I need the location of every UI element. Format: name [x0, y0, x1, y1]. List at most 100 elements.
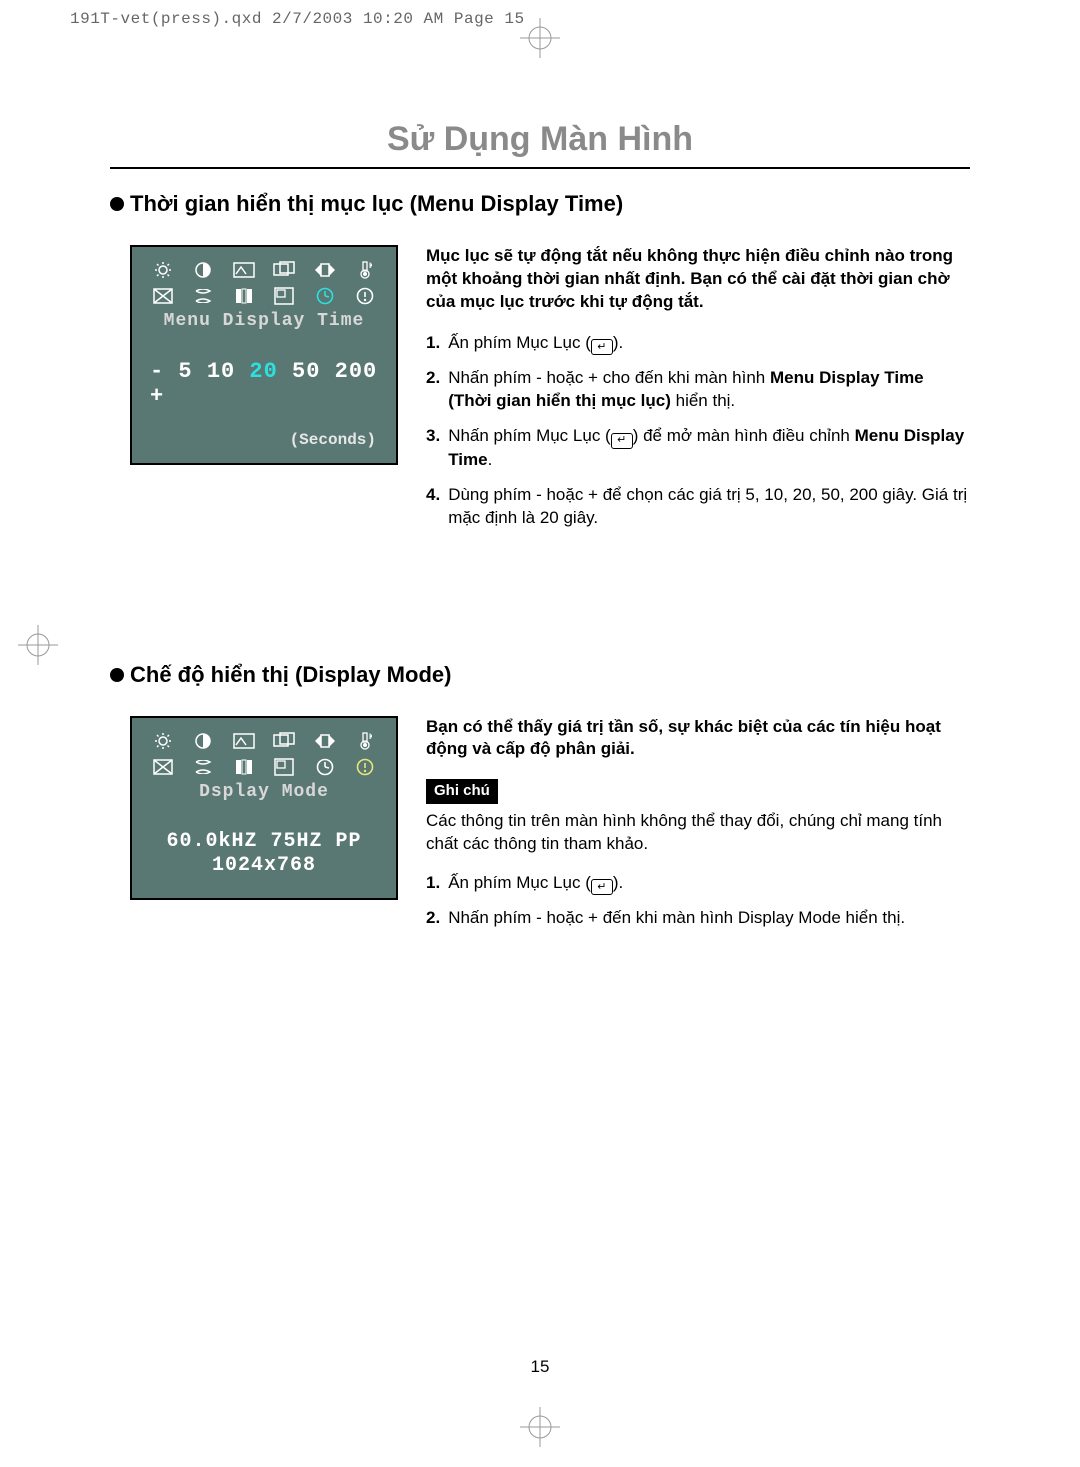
step-num: 4.	[426, 484, 440, 530]
t: Ấn phím Mục Lục (	[448, 873, 591, 892]
page-content: Sử Dụng Màn Hình Thời gian hiển thị mục …	[60, 60, 1020, 1407]
osd2-line1: 60.0kHZ 75HZ PP	[142, 830, 386, 854]
t: ).	[613, 333, 623, 352]
enter-icon: ↵	[611, 433, 633, 449]
color-control-icon	[148, 756, 178, 778]
crop-mark-bottom	[520, 1407, 560, 1447]
section2-title-text: Chế độ hiển thị (Display Mode)	[130, 662, 451, 688]
osd-icon-row-2	[142, 754, 386, 780]
step: 2. Nhấn phím - hoặc + đến khi màn hình D…	[426, 907, 970, 930]
t: Nhấn phím - hoặc + cho đến khi màn hình	[448, 368, 770, 387]
enter-icon: ↵	[591, 879, 613, 895]
crop-mark-top	[520, 18, 560, 58]
brightness-icon	[148, 730, 178, 752]
section1-title: Thời gian hiển thị mục lục (Menu Display…	[110, 191, 970, 217]
color-control-icon	[148, 285, 178, 307]
display-mode-icon	[350, 756, 380, 778]
osd1-v2-selected: 20	[249, 359, 277, 384]
osd2-label: Dsplay Mode	[142, 782, 386, 802]
crop-mark-left	[18, 625, 58, 665]
t: Ấn phím Mục Lục (	[448, 333, 591, 352]
section2-body: K Dsplay Mode 60.0kHZ 75HZ PP 1024x768	[110, 716, 970, 942]
halftone-icon	[229, 756, 259, 778]
reset-icon	[310, 259, 340, 281]
osd1-v1: 10	[207, 359, 235, 384]
menu-position-icon	[269, 285, 299, 307]
osd-icon-row-1: K	[142, 257, 386, 283]
t: ).	[613, 873, 623, 892]
osd-menu-display-time: K Menu Display Time - 5 10 20 50 200 + (…	[130, 245, 398, 465]
reset-icon	[310, 730, 340, 752]
section2-intro: Bạn có thể thấy giá trị tần số, sự khác …	[426, 716, 970, 762]
note-text: Các thông tin trên màn hình không thể th…	[426, 810, 970, 856]
position-icon	[269, 259, 299, 281]
osd1-unit: (Seconds)	[142, 431, 386, 449]
step: 2. Nhấn phím - hoặc + cho đến khi màn hì…	[426, 367, 970, 413]
brightness-icon	[148, 259, 178, 281]
step-text: Ấn phím Mục Lục (↵).	[448, 332, 970, 356]
osd1-label: Menu Display Time	[142, 311, 386, 331]
osd1-v0: 5	[178, 359, 192, 384]
step-num: 1.	[426, 872, 440, 896]
svg-text:K: K	[369, 733, 372, 742]
osd2-values: 60.0kHZ 75HZ PP 1024x768	[142, 830, 386, 878]
step-text: Nhấn phím Mục Lục (↵) để mở màn hình điề…	[448, 425, 970, 471]
osd-icon-row-2	[142, 283, 386, 309]
step-text: Nhấn phím - hoặc + cho đến khi màn hình …	[448, 367, 970, 413]
section1-intro: Mục lục sẽ tự động tắt nếu không thực hi…	[426, 245, 970, 314]
osd1-v3: 50	[292, 359, 320, 384]
osd-display-mode: K Dsplay Mode 60.0kHZ 75HZ PP 1024x768	[130, 716, 398, 900]
color-temp-icon: K	[350, 730, 380, 752]
section1-right: Mục lục sẽ tự động tắt nếu không thực hi…	[426, 245, 970, 542]
step-text: Nhấn phím - hoặc + đến khi màn hình Disp…	[448, 907, 970, 930]
color-temp-icon: K	[350, 259, 380, 281]
image-lock-icon	[229, 259, 259, 281]
section2-title: Chế độ hiển thị (Display Mode)	[110, 662, 970, 688]
section2: Chế độ hiển thị (Display Mode) K	[110, 662, 970, 942]
note-badge: Ghi chú	[426, 779, 498, 803]
language-icon	[188, 285, 218, 307]
t: hiển thị.	[671, 391, 735, 410]
language-icon	[188, 756, 218, 778]
step-num: 1.	[426, 332, 440, 356]
step: 1. Ấn phím Mục Lục (↵).	[426, 872, 970, 896]
t: .	[488, 450, 493, 469]
osd1-plus: +	[150, 384, 164, 409]
osd2-line2: 1024x768	[142, 854, 386, 878]
menu-position-icon	[269, 756, 299, 778]
section2-right: Bạn có thể thấy giá trị tần số, sự khác …	[426, 716, 970, 942]
t: Nhấn phím Mục Lục (	[448, 426, 611, 445]
step-num: 3.	[426, 425, 440, 471]
osd1-v4: 200	[335, 359, 378, 384]
step-text: Dùng phím - hoặc + để chọn các giá trị 5…	[448, 484, 970, 530]
halftone-icon	[229, 285, 259, 307]
step: 1. Ấn phím Mục Lục (↵).	[426, 332, 970, 356]
position-icon	[269, 730, 299, 752]
display-mode-icon	[350, 285, 380, 307]
contrast-icon	[188, 730, 218, 752]
step: 3. Nhấn phím Mục Lục (↵) để mở màn hình …	[426, 425, 970, 471]
t: ) để mở màn hình điều chỉnh	[633, 426, 855, 445]
osd1-minus: -	[150, 359, 164, 384]
bullet-icon	[110, 197, 124, 211]
print-header: 191T-vet(press).qxd 2/7/2003 10:20 AM Pa…	[70, 10, 525, 28]
section2-steps: 1. Ấn phím Mục Lục (↵). 2. Nhấn phím - h…	[426, 872, 970, 930]
step-num: 2.	[426, 907, 440, 930]
section1-title-text: Thời gian hiển thị mục lục (Menu Display…	[130, 191, 623, 217]
osd1-values-row: - 5 10 20 50 200 +	[142, 359, 386, 409]
page-number: 15	[60, 1357, 1020, 1377]
main-title: Sử Dụng Màn Hình	[110, 120, 970, 169]
menu-display-time-icon	[310, 756, 340, 778]
step-num: 2.	[426, 367, 440, 413]
step-text: Ấn phím Mục Lục (↵).	[448, 872, 970, 896]
step: 4. Dùng phím - hoặc + để chọn các giá tr…	[426, 484, 970, 530]
section1-body: K Menu Display Time - 5 10 20 50 200 + (…	[110, 245, 970, 542]
section1-steps: 1. Ấn phím Mục Lục (↵). 2. Nhấn phím - h…	[426, 332, 970, 530]
menu-display-time-icon	[310, 285, 340, 307]
bullet-icon	[110, 668, 124, 682]
image-lock-icon	[229, 730, 259, 752]
osd-icon-row-1: K	[142, 728, 386, 754]
contrast-icon	[188, 259, 218, 281]
svg-text:K: K	[369, 262, 372, 271]
enter-icon: ↵	[591, 339, 613, 355]
